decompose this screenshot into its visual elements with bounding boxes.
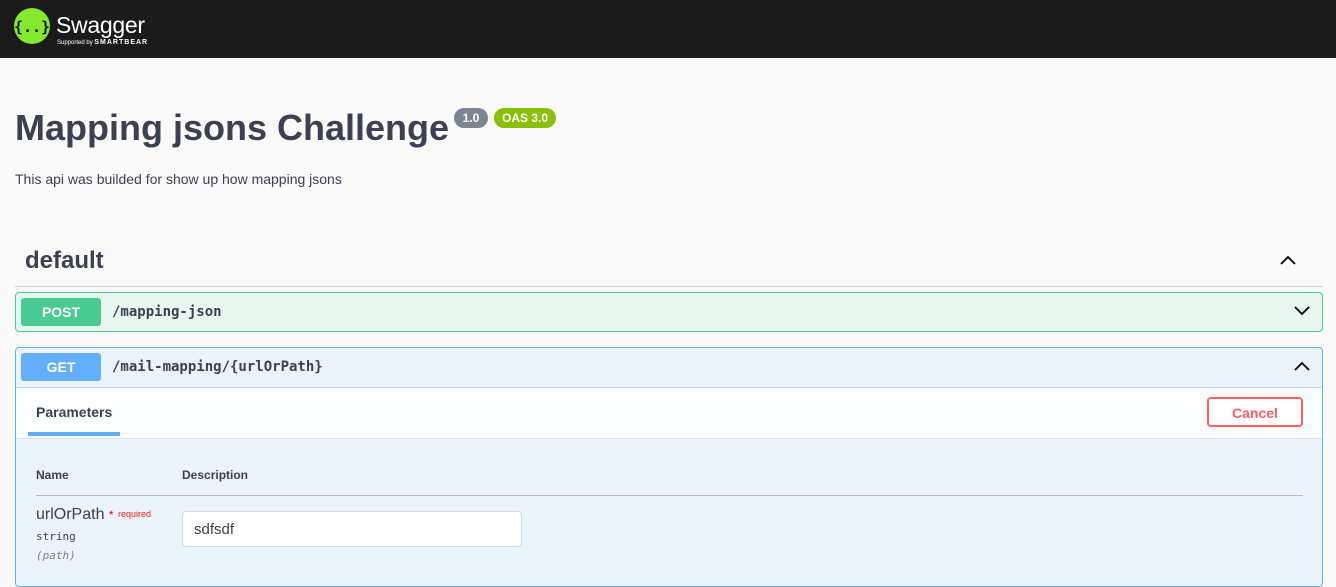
- parameter-name-text: urlOrPath: [36, 506, 105, 523]
- cancel-button[interactable]: Cancel: [1207, 397, 1303, 427]
- api-title: Mapping jsons Challenge: [15, 107, 450, 148]
- tab-parameters[interactable]: Parameters: [36, 404, 112, 420]
- top-bar: {..} Swagger Supported by SMARTBEAR: [0, 0, 1336, 58]
- operation-get-mail-mapping: GET /mail-mapping/{urlOrPath} Parameters…: [15, 347, 1323, 587]
- operation-path[interactable]: /mail-mapping/{urlOrPath}: [112, 358, 323, 376]
- parameter-name: urlOrPath * required: [36, 505, 151, 525]
- url-or-path-input[interactable]: [182, 511, 522, 547]
- version-badge: 1.0: [454, 108, 488, 128]
- column-header-name: Name: [36, 468, 69, 482]
- swagger-logo-icon[interactable]: {..}: [14, 8, 50, 44]
- method-badge-get[interactable]: GET: [21, 353, 101, 381]
- active-tab-indicator: [28, 432, 120, 436]
- chevron-up-icon[interactable]: [1278, 250, 1298, 270]
- required-label: required: [118, 509, 152, 519]
- operation-post-mapping-json[interactable]: POST /mapping-json: [15, 292, 1323, 332]
- table-divider: [36, 495, 1303, 496]
- parameter-type: string: [36, 530, 76, 543]
- chevron-up-icon[interactable]: [1292, 356, 1312, 376]
- logo-text[interactable]: Swagger: [56, 11, 145, 39]
- logo-sub-prefix: Supported by: [57, 40, 93, 46]
- logo-subtitle: Supported by SMARTBEAR: [57, 39, 148, 47]
- parameters-tab-bar: Parameters Cancel: [16, 387, 1322, 439]
- method-badge-post: POST: [21, 298, 101, 326]
- api-description: This api was builded for show up how map…: [15, 171, 342, 187]
- swagger-braces-icon: {..}: [14, 18, 50, 36]
- column-header-description: Description: [182, 468, 249, 482]
- logo-sub-brand: SMARTBEAR: [94, 39, 149, 46]
- oas-badge: OAS 3.0: [494, 108, 556, 128]
- section-title: default: [25, 247, 104, 274]
- required-star: *: [108, 508, 114, 522]
- operation-path: /mapping-json: [112, 304, 222, 320]
- parameter-location: (path): [36, 549, 76, 562]
- svg-text:{..}: {..}: [14, 18, 50, 36]
- chevron-down-icon[interactable]: [1292, 301, 1312, 321]
- section-header-default[interactable]: default: [15, 240, 1323, 287]
